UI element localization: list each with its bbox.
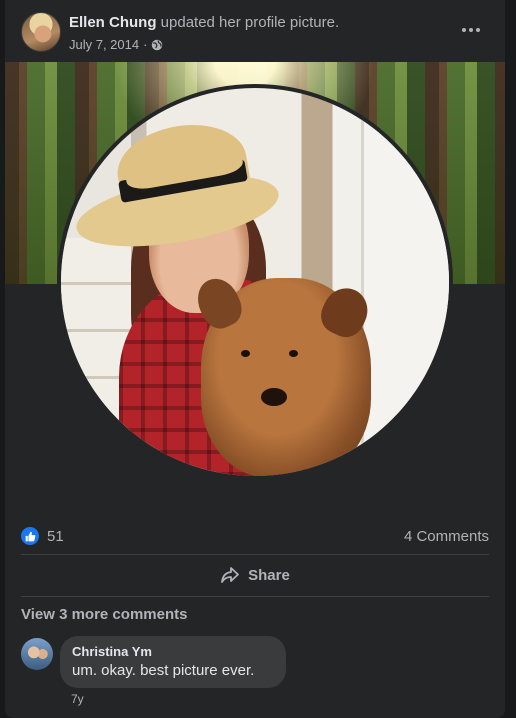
like-icon	[21, 527, 39, 545]
profile-photo-area[interactable]	[5, 62, 505, 512]
share-arrow-icon	[221, 567, 240, 583]
post-title: Ellen Chung updated her profile picture.	[69, 14, 339, 31]
post-meta: July 7, 2014 ·	[69, 37, 163, 52]
author-name[interactable]: Ellen Chung	[69, 14, 157, 31]
author-avatar[interactable]	[21, 12, 61, 52]
meta-separator: ·	[143, 37, 148, 52]
puppy-eye-right	[289, 350, 298, 357]
comment-timestamp[interactable]: 7y	[71, 692, 84, 706]
view-more-comments[interactable]: View 3 more comments	[21, 606, 187, 623]
comment-text: um. okay. best picture ever.	[72, 662, 255, 679]
commenter-name[interactable]: Christina Ym	[72, 644, 274, 659]
comments-count[interactable]: 4 Comments	[404, 528, 489, 545]
post-header: Ellen Chung updated her profile picture.…	[5, 0, 505, 62]
post-card: Ellen Chung updated her profile picture.…	[5, 0, 505, 718]
like-count: 51	[47, 527, 64, 545]
comment-bubble: Christina Ym um. okay. best picture ever…	[60, 636, 286, 688]
post-stats: 51 4 Comments	[21, 520, 489, 552]
share-label: Share	[248, 566, 290, 584]
share-button[interactable]: Share	[208, 560, 302, 590]
post-action-text: updated her profile picture.	[160, 14, 340, 31]
globe-icon[interactable]	[151, 39, 163, 51]
post-date[interactable]: July 7, 2014	[69, 37, 139, 52]
stats-divider	[21, 554, 489, 555]
commenter-avatar[interactable]	[21, 638, 53, 670]
background-door	[361, 118, 449, 458]
profile-picture[interactable]	[57, 84, 453, 480]
reaction-summary[interactable]: 51	[21, 527, 64, 545]
puppy-nose	[261, 388, 287, 406]
actions-divider	[21, 596, 489, 597]
post-actions: Share	[21, 556, 489, 594]
puppy-eye-left	[241, 350, 250, 357]
more-options-icon[interactable]	[453, 18, 489, 42]
